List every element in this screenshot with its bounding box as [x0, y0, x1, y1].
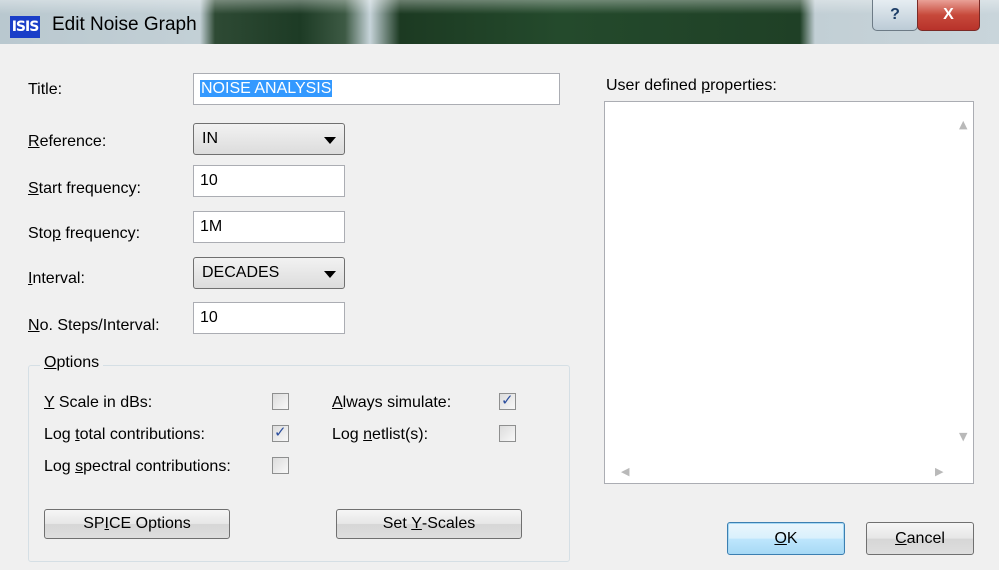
interval-select-value: DECADES [202, 264, 280, 281]
title-input[interactable]: NOISE ANALYSIS [193, 73, 560, 105]
start-frequency-value: 10 [200, 172, 218, 189]
title-bar[interactable]: ISIS Edit Noise Graph ? X [0, 0, 999, 44]
isis-app-icon: ISIS [10, 16, 40, 38]
scroll-right-icon[interactable]: ▶ [935, 465, 943, 478]
user-properties-label: User defined properties: [606, 77, 777, 94]
interval-select[interactable]: DECADES [193, 257, 345, 289]
user-properties-textarea[interactable]: ▲ ▼ ◀ ▶ [604, 101, 974, 484]
title-bar-glow [0, 0, 999, 14]
dialog-body: Title: NOISE ANALYSIS Reference: IN Star… [0, 44, 999, 570]
stop-frequency-value: 1M [200, 218, 223, 235]
close-button[interactable]: X [917, 0, 980, 31]
vertical-scrollbar[interactable]: ▲ ▼ [955, 102, 973, 483]
y-scale-dbs-checkbox[interactable] [272, 393, 289, 410]
log-spectral-label: Log spectral contributions: [44, 458, 231, 475]
start-frequency-input[interactable]: 10 [193, 165, 345, 197]
steps-interval-input[interactable]: 10 [193, 302, 345, 334]
steps-interval-label: No. Steps/Interval: [28, 317, 160, 334]
interval-label: Interval: [28, 270, 85, 287]
log-spectral-checkbox[interactable] [272, 457, 289, 474]
checkmark-icon: ✓ [274, 423, 287, 441]
reference-select[interactable]: IN [193, 123, 345, 155]
title-label: Title: [28, 81, 63, 98]
log-total-checkbox[interactable]: ✓ [272, 423, 289, 442]
window-title: Edit Noise Graph [52, 14, 197, 35]
horizontal-scrollbar[interactable]: ◀ ▶ [605, 461, 955, 483]
log-netlist-label: Log netlist(s): [332, 426, 429, 443]
chevron-down-icon [324, 137, 336, 144]
log-total-label: Log total contributions: [44, 426, 205, 443]
title-input-value: NOISE ANALYSIS [200, 80, 333, 97]
start-frequency-label: Start frequency: [28, 180, 141, 197]
scroll-up-icon[interactable]: ▲ [959, 118, 967, 131]
stop-frequency-label: Stop frequency: [28, 225, 141, 242]
close-icon: X [943, 6, 954, 23]
help-button[interactable]: ? [872, 0, 918, 31]
y-scale-dbs-label: Y Scale in dBs: [44, 394, 153, 411]
reference-label: Reference: [28, 133, 107, 150]
cancel-button[interactable]: Cancel [866, 522, 974, 555]
always-simulate-label: Always simulate: [332, 394, 452, 411]
checkmark-icon: ✓ [501, 391, 514, 409]
options-legend: Options [40, 354, 104, 372]
log-netlist-checkbox[interactable] [499, 425, 516, 442]
spice-options-button[interactable]: SP I CE Options [44, 509, 230, 539]
ok-button[interactable]: OK [727, 522, 845, 555]
always-simulate-checkbox[interactable]: ✓ [499, 391, 516, 410]
scroll-down-icon[interactable]: ▼ [959, 430, 967, 443]
chevron-down-icon [324, 271, 336, 278]
steps-interval-value: 10 [200, 309, 218, 326]
set-y-scales-button[interactable]: Set Y -Scales [336, 509, 522, 539]
question-mark-icon: ? [890, 6, 900, 23]
reference-select-value: IN [202, 130, 218, 147]
scroll-left-icon[interactable]: ◀ [621, 465, 629, 478]
stop-frequency-input[interactable]: 1M [193, 211, 345, 243]
